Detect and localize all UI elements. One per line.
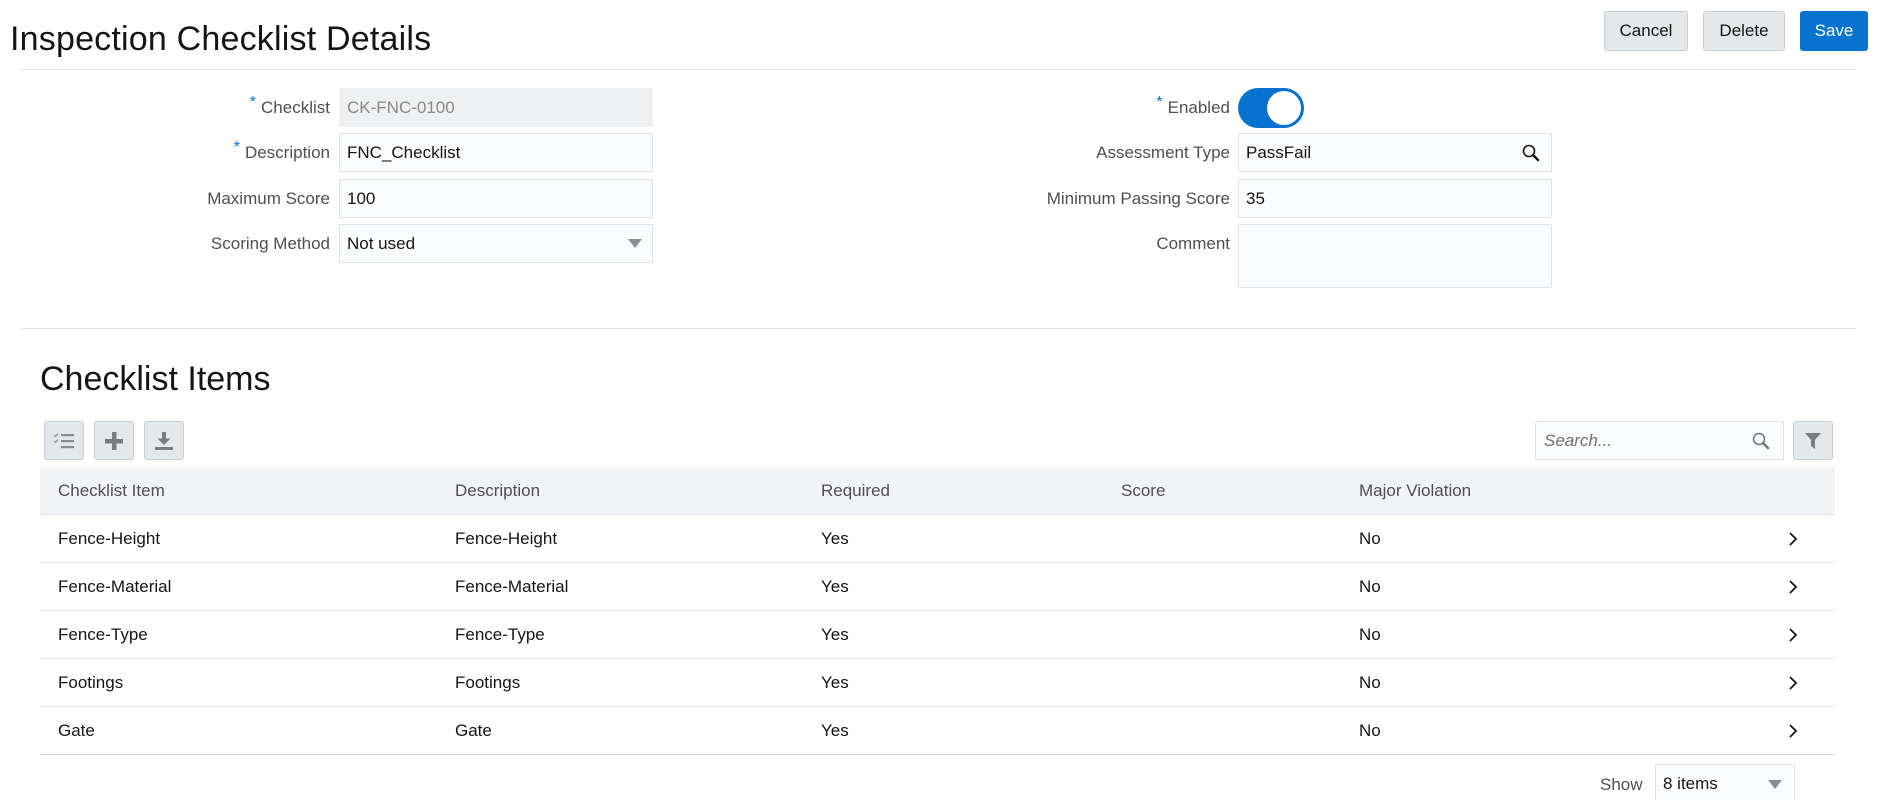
table-row[interactable]: Fence-Type Fence-Type Yes No — [40, 611, 1835, 659]
header-divider — [21, 69, 1856, 70]
scoring-method-value: Not used — [347, 234, 416, 253]
add-icon — [105, 431, 123, 450]
column-header-major-violation[interactable]: Major Violation — [1359, 467, 1471, 515]
search-box[interactable] — [1535, 421, 1784, 460]
cell-description: Footings — [455, 673, 521, 692]
search-icon[interactable] — [1521, 134, 1541, 171]
save-button[interactable]: Save — [1800, 11, 1868, 51]
assessment-type-label: Assessment Type — [1096, 143, 1230, 162]
filter-button[interactable] — [1793, 421, 1833, 460]
checklist-items-table: Checklist Item Description Required Scor… — [40, 467, 1835, 755]
description-label: * Description — [233, 139, 330, 162]
assessment-type-field[interactable]: PassFail — [1238, 133, 1552, 172]
cell-description: Fence-Height — [455, 529, 558, 548]
required-marker: * — [1156, 94, 1163, 111]
chevron-right-icon[interactable] — [1788, 580, 1798, 599]
cell-required: Yes — [821, 721, 849, 740]
table-row[interactable]: Footings Footings Yes No — [40, 659, 1835, 707]
search-icon[interactable] — [1751, 431, 1771, 456]
minimum-passing-score-field[interactable]: 35 — [1238, 179, 1552, 218]
scoring-method-label: Scoring Method — [210, 234, 330, 253]
section-divider — [21, 328, 1856, 329]
cell-checklist-item: Fence-Type — [58, 625, 148, 644]
comment-label: Comment — [1156, 234, 1230, 253]
page-size-select[interactable]: 8 items — [1655, 764, 1795, 800]
cell-description: Gate — [455, 721, 492, 740]
cell-required: Yes — [821, 673, 849, 692]
cell-description: Fence-Type — [455, 625, 545, 644]
chevron-down-icon — [1768, 779, 1782, 789]
cell-checklist-item: Fence-Material — [58, 577, 172, 596]
required-marker: * — [249, 94, 257, 111]
chevron-right-icon[interactable] — [1788, 676, 1798, 695]
table-body: Fence-Height Fence-Height Yes No Fence-Mater… — [40, 515, 1835, 755]
chevron-right-icon[interactable] — [1788, 532, 1798, 551]
column-header-required[interactable]: Required — [821, 467, 890, 515]
table-row[interactable]: Gate Gate Yes No — [40, 707, 1835, 755]
cell-major-violation: No — [1359, 625, 1381, 644]
cell-major-violation: No — [1359, 577, 1381, 596]
cell-description: Fence-Material — [455, 577, 569, 596]
filter-icon — [1805, 432, 1821, 449]
cell-required: Yes — [821, 529, 849, 548]
description-field[interactable]: FNC_Checklist — [339, 133, 653, 172]
bulk-select-button[interactable] — [44, 421, 84, 460]
cancel-button[interactable]: Cancel — [1604, 11, 1688, 51]
table-header: Checklist Item Description Required Scor… — [40, 467, 1835, 515]
enabled-label: * Enabled — [1156, 94, 1230, 117]
cell-major-violation: No — [1359, 673, 1381, 692]
cell-checklist-item: Gate — [58, 721, 95, 740]
toggle-knob — [1267, 91, 1301, 125]
column-header-description[interactable]: Description — [455, 467, 540, 515]
table-row[interactable]: Fence-Material Fence-Material Yes No — [40, 563, 1835, 611]
assessment-type-value: PassFail — [1246, 143, 1312, 162]
search-input[interactable] — [1536, 422, 1736, 459]
comment-textarea[interactable] — [1238, 224, 1552, 288]
download-icon — [155, 431, 173, 450]
maximum-score-label: Maximum Score — [207, 189, 330, 208]
scoring-method-select[interactable]: Not used — [339, 224, 653, 263]
delete-button[interactable]: Delete — [1703, 11, 1785, 51]
chevron-down-icon — [628, 239, 642, 248]
minimum-passing-score-label: Minimum Passing Score — [1046, 189, 1230, 208]
page-title: Inspection Checklist Details — [10, 20, 432, 58]
required-marker: * — [233, 139, 240, 156]
add-item-button[interactable] — [94, 421, 134, 460]
cell-major-violation: No — [1359, 721, 1381, 740]
column-header-checklist-item[interactable]: Checklist Item — [58, 467, 165, 515]
export-button[interactable] — [144, 421, 184, 460]
cell-required: Yes — [821, 625, 849, 644]
maximum-score-field[interactable]: 100 — [339, 179, 653, 218]
page-size-value: 8 items — [1663, 774, 1718, 793]
cell-major-violation: No — [1359, 529, 1381, 548]
table-row[interactable]: Fence-Height Fence-Height Yes No — [40, 515, 1835, 563]
chevron-right-icon[interactable] — [1788, 628, 1798, 647]
show-label: Show — [1600, 775, 1643, 794]
checklist-label: * Checklist — [249, 94, 330, 117]
section-title: Checklist Items — [40, 360, 271, 398]
column-header-score[interactable]: Score — [1121, 467, 1165, 515]
cell-checklist-item: Fence-Height — [58, 529, 161, 548]
checklist-icon — [53, 432, 74, 448]
chevron-right-icon[interactable] — [1788, 724, 1798, 743]
cell-required: Yes — [821, 577, 849, 596]
enabled-toggle[interactable] — [1238, 88, 1304, 128]
checklist-field: CK-FNC-0100 — [339, 88, 653, 127]
cell-checklist-item: Footings — [58, 673, 124, 692]
